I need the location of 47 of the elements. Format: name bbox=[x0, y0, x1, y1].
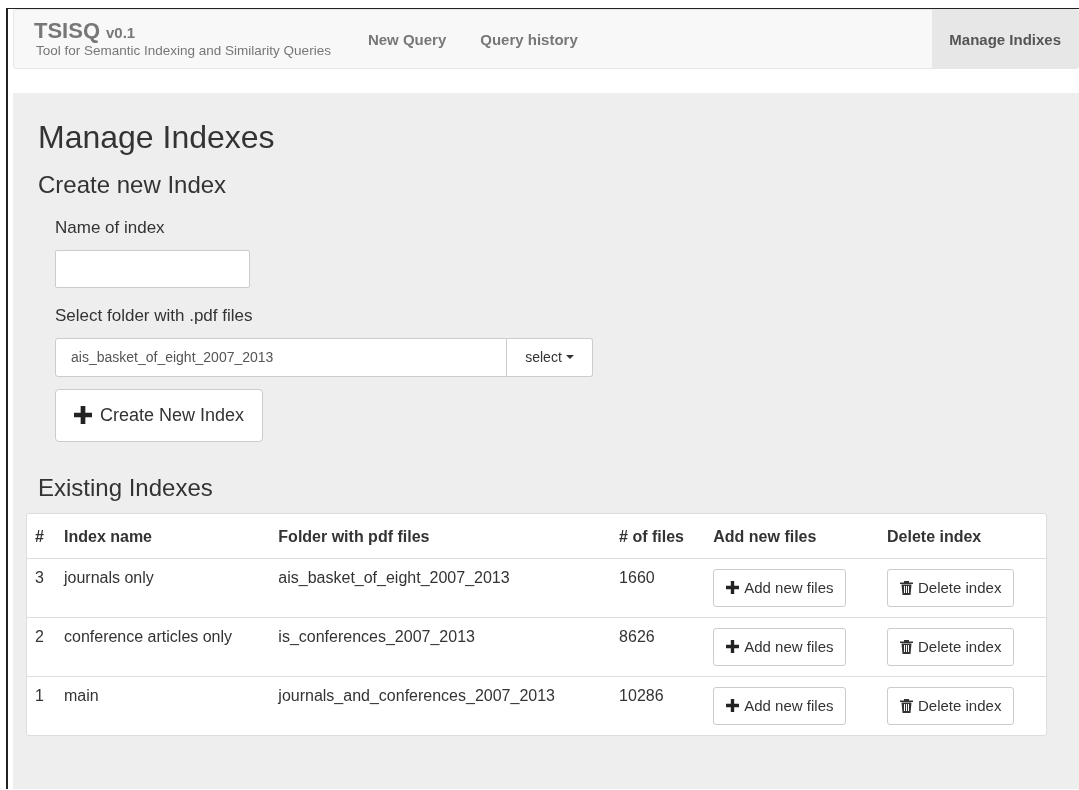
table-cell-text: journals_and_conferences_2007_2013 bbox=[277, 685, 556, 706]
nav-link[interactable]: New Query bbox=[350, 10, 464, 68]
column-header: Add new files bbox=[705, 513, 879, 559]
table-cell: 8626 bbox=[611, 617, 706, 677]
section-heading: Existing Indexes bbox=[38, 472, 214, 503]
page-title: Manage Indexes bbox=[38, 118, 276, 157]
add-files-button[interactable]: Add new files bbox=[713, 686, 847, 725]
nav-link[interactable]: Query history bbox=[463, 10, 595, 68]
table-cell: 1660 bbox=[611, 558, 706, 618]
add-files-button[interactable]: Add new files bbox=[713, 568, 847, 607]
name-input-field[interactable] bbox=[55, 249, 250, 288]
nav-link[interactable]: Manage Indixes bbox=[932, 10, 1078, 68]
table-cell: 2 bbox=[27, 617, 56, 677]
version-label: v0.1 bbox=[106, 25, 136, 40]
table-cell: 3 bbox=[27, 558, 56, 618]
trash-icon bbox=[900, 698, 913, 713]
plus-icon bbox=[726, 640, 740, 654]
trash-icon bbox=[900, 639, 913, 654]
folder-input-field[interactable]: ais_basket_of_eight_2007_2013 bbox=[55, 337, 507, 377]
column-header: Folder with pdf files bbox=[270, 513, 612, 559]
delete-index-button[interactable]: Delete index bbox=[887, 627, 1015, 666]
caret-icon bbox=[565, 355, 574, 360]
table-cell-text: 10286 bbox=[618, 685, 665, 706]
trash-icon bbox=[900, 580, 913, 595]
table-cell: journals only bbox=[56, 558, 271, 618]
field-label: Name of index bbox=[55, 217, 166, 238]
brand-subtitle: Tool for Semantic Indexing and Similarity Queries bbox=[36, 43, 331, 58]
select-button[interactable]: select bbox=[507, 337, 593, 377]
delete-index-button[interactable]: Delete index bbox=[887, 568, 1015, 607]
column-header: Index name bbox=[56, 513, 271, 559]
table-cell: is_conferences_2007_2013 bbox=[270, 617, 612, 677]
column-header: # bbox=[27, 513, 56, 559]
table-cell: ais_basket_of_eight_2007_2013 bbox=[270, 558, 612, 618]
delete-index-button[interactable]: Delete index bbox=[887, 686, 1015, 725]
field-label: Select folder with .pdf files bbox=[55, 305, 254, 326]
create-index-button[interactable]: Create New Index bbox=[55, 388, 264, 442]
section-heading: Create new Index bbox=[38, 169, 228, 200]
table-cell-text: 1 bbox=[34, 685, 45, 706]
column-header: Delete index bbox=[879, 513, 1046, 559]
column-header: # of files bbox=[611, 513, 706, 559]
plus-icon bbox=[726, 699, 740, 713]
table-cell-text: main bbox=[63, 685, 100, 706]
table-cell: conference articles only bbox=[56, 617, 271, 677]
plus-icon bbox=[726, 581, 740, 595]
brand-name: TSISQ bbox=[34, 20, 100, 42]
add-files-button[interactable]: Add new files bbox=[713, 627, 847, 666]
plus-icon bbox=[74, 406, 92, 425]
